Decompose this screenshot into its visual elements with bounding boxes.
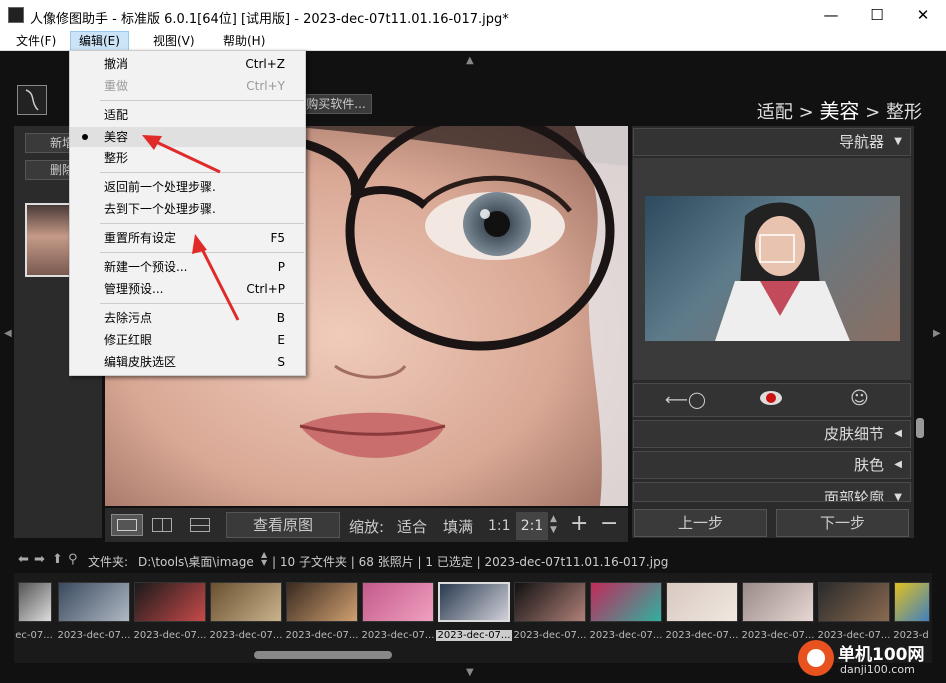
annotation-arrows [142,135,240,321]
watermark: 单机100网 danji100.com [798,638,938,680]
red-arrow-icon [192,234,240,321]
red-arrow-icon [142,135,221,174]
watermark-brand: 单机100网 [838,645,925,665]
watermark-url: danji100.com [840,663,915,676]
watermark-logo-icon [798,640,834,676]
